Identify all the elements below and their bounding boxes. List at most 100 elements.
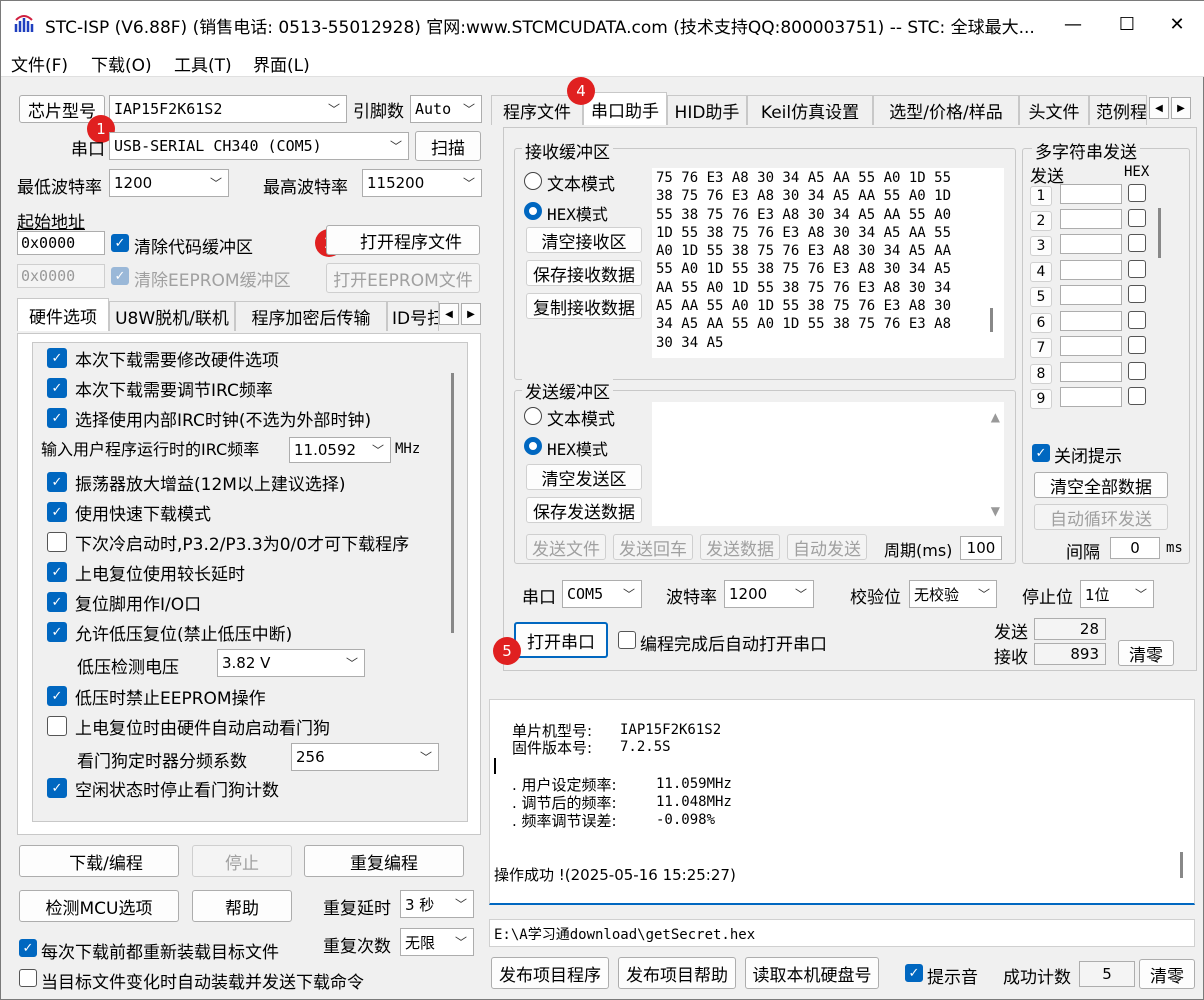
auto-reload-checkbox[interactable] (19, 969, 37, 987)
multi-hex-checkbox-1[interactable] (1128, 184, 1146, 202)
multi-send-button-8[interactable]: 8 (1030, 364, 1052, 384)
code-address-input[interactable]: 0x0000 (17, 231, 105, 255)
scroll-up-icon[interactable]: ▲ (991, 410, 1000, 424)
multi-string-input-1[interactable] (1060, 184, 1122, 204)
multi-send-button-3[interactable]: 3 (1030, 236, 1052, 256)
multi-send-button-7[interactable]: 7 (1030, 338, 1052, 358)
scan-button[interactable]: 扫描 (415, 131, 481, 161)
list-item[interactable]: 下次冷启动时,P3.2/P3.3为0/0才可下载程序 (47, 527, 409, 557)
option-checkbox[interactable]: ✓ (47, 562, 67, 582)
multi-send-button-1[interactable]: 1 (1030, 186, 1052, 206)
tab-header-file[interactable]: 头文件 (1019, 95, 1089, 125)
multi-string-input-5[interactable] (1060, 285, 1122, 305)
recv-text-mode-radio[interactable] (524, 172, 542, 190)
option-checkbox[interactable]: ✓ (47, 408, 67, 428)
multi-send-button-4[interactable]: 4 (1030, 262, 1052, 282)
menu-interface[interactable]: 界面(L) (253, 51, 310, 76)
min-baud-select[interactable]: 1200 ﹀ (109, 169, 229, 197)
chip-model-select[interactable]: IAP15F2K61S2 ﹀ (109, 95, 347, 123)
copy-receive-button[interactable]: 复制接收数据 (526, 293, 642, 319)
stop-bits-select[interactable]: 1位 ﹀ (1080, 580, 1154, 608)
multi-hex-checkbox-3[interactable] (1128, 234, 1146, 252)
serial-port-select[interactable]: USB-SERIAL CH340 (COM5) ﹀ (109, 132, 409, 160)
list-item[interactable]: ✓ 使用快速下载模式 (47, 497, 211, 527)
baud-select[interactable]: 1200 ﹀ (724, 580, 814, 608)
log-output-area[interactable]: 单片机型号: IAP15F2K61S2 固件版本号: 7.2.5S . 用户设定… (489, 699, 1195, 905)
multi-string-input-4[interactable] (1060, 260, 1122, 280)
period-input[interactable]: 100 (960, 536, 1002, 560)
multi-send-button-6[interactable]: 6 (1030, 313, 1052, 333)
read-hdd-id-button[interactable]: 读取本机硬盘号 (745, 957, 879, 989)
multi-string-input-3[interactable] (1060, 234, 1122, 254)
wdt-prescaler-select[interactable]: 256 ﹀ (291, 743, 439, 771)
list-item[interactable]: ✓ 本次下载需要调节IRC频率 (47, 373, 273, 403)
receive-data-area[interactable]: 75 76 E3 A8 30 34 A5 AA 55 A0 1D 55 38 7… (652, 168, 1004, 358)
list-item[interactable]: ✓ 本次下载需要修改硬件选项 (47, 343, 279, 373)
maximize-button[interactable]: ☐ (1099, 1, 1155, 47)
send-text-mode-radio[interactable] (524, 407, 542, 425)
minimize-button[interactable]: — (1045, 1, 1101, 47)
tab-u8w[interactable]: U8W脱机/联机 (109, 301, 235, 331)
multi-string-input-6[interactable] (1060, 311, 1122, 331)
list-item[interactable]: ✓ 上电复位使用较长延时 (47, 557, 245, 587)
tab-hid-assistant[interactable]: HID助手 (667, 95, 747, 125)
list-item[interactable]: 上电复位时由硬件自动启动看门狗 (47, 711, 330, 741)
menu-tools[interactable]: 工具(T) (174, 51, 232, 76)
list-item[interactable]: ✓ 允许低压复位(禁止低压中断) (47, 617, 292, 647)
list-item[interactable]: ✓ 振荡器放大增益(12M以上建议选择) (47, 467, 346, 497)
port-select[interactable]: COM5 ﹀ (562, 580, 642, 608)
multi-send-button-5[interactable]: 5 (1030, 287, 1052, 307)
menu-download[interactable]: 下载(O) (91, 51, 152, 76)
interval-input[interactable]: 0 (1110, 537, 1160, 559)
pin-count-select[interactable]: Auto ﹀ (410, 95, 482, 123)
tab-selection-price[interactable]: 选型/价格/样品 (873, 95, 1019, 125)
option-checkbox[interactable]: ✓ (47, 378, 67, 398)
tab-serial-assistant[interactable]: 串口助手 (583, 92, 667, 125)
tab-scroll-right[interactable]: ▶ (1171, 97, 1191, 119)
multi-hex-checkbox-5[interactable] (1128, 285, 1146, 303)
receive-scrollbar[interactable] (990, 308, 993, 332)
detect-mcu-options-button[interactable]: 检测MCU选项 (19, 890, 179, 922)
scroll-down-icon[interactable]: ▼ (991, 504, 1000, 518)
option-checkbox[interactable]: ✓ (47, 778, 67, 798)
multi-send-button-2[interactable]: 2 (1030, 211, 1052, 231)
repeat-program-button[interactable]: 重复编程 (304, 845, 464, 877)
clear-send-button[interactable]: 清空发送区 (526, 464, 642, 490)
clear-all-data-button[interactable]: 清空全部数据 (1034, 472, 1168, 498)
list-item[interactable]: ✓ 选择使用内部IRC时钟(不选为外部时钟) (47, 403, 371, 433)
clear-success-button[interactable]: 清零 (1139, 959, 1195, 989)
clear-receive-button[interactable]: 清空接收区 (526, 227, 642, 253)
option-checkbox[interactable]: ✓ (47, 472, 67, 492)
tab-hardware-options[interactable]: 硬件选项 (17, 298, 109, 331)
multi-hex-checkbox-2[interactable] (1128, 209, 1146, 227)
repeat-delay-select[interactable]: 3 秒 ﹀ (400, 890, 474, 918)
option-checkbox[interactable] (47, 716, 67, 736)
reload-each-checkbox[interactable]: ✓ (19, 939, 37, 957)
log-scrollbar[interactable] (1180, 852, 1183, 878)
close-button[interactable]: ✕ (1149, 1, 1204, 47)
irc-frequency-select[interactable]: 11.0592 ﹀ (289, 437, 391, 463)
tab-examples[interactable]: 范例程 (1089, 95, 1147, 125)
auto-open-port-checkbox[interactable] (618, 631, 636, 649)
publish-program-button[interactable]: 发布项目程序 (491, 957, 609, 989)
clear-counter-button[interactable]: 清零 (1118, 640, 1174, 666)
list-item[interactable]: ✓ 空闲状态时停止看门狗计数 (47, 773, 279, 803)
option-checkbox[interactable]: ✓ (47, 502, 67, 522)
sound-checkbox[interactable]: ✓ (905, 964, 923, 982)
tab-keil-debug[interactable]: Keil仿真设置 (747, 95, 873, 125)
open-program-file-button[interactable]: 打开程序文件 (326, 225, 480, 255)
open-serial-port-button[interactable]: 打开串口 (514, 622, 608, 658)
tab-encrypted-transfer[interactable]: 程序加密后传输 (235, 301, 387, 331)
close-tip-checkbox[interactable]: ✓ (1032, 444, 1050, 462)
repeat-count-select[interactable]: 无限 ﹀ (400, 928, 474, 956)
save-receive-button[interactable]: 保存接收数据 (526, 260, 642, 286)
option-checkbox[interactable] (47, 532, 67, 552)
tab-scroll-left[interactable]: ◀ (439, 303, 459, 325)
parity-select[interactable]: 无校验 ﹀ (909, 580, 997, 608)
tab-scroll-left[interactable]: ◀ (1149, 97, 1169, 119)
lvd-voltage-select[interactable]: 3.82 V ﹀ (217, 649, 365, 677)
multi-hex-checkbox-8[interactable] (1128, 362, 1146, 380)
multi-string-input-9[interactable] (1060, 387, 1122, 407)
multi-hex-checkbox-4[interactable] (1128, 260, 1146, 278)
multi-send-button-9[interactable]: 9 (1030, 389, 1052, 409)
